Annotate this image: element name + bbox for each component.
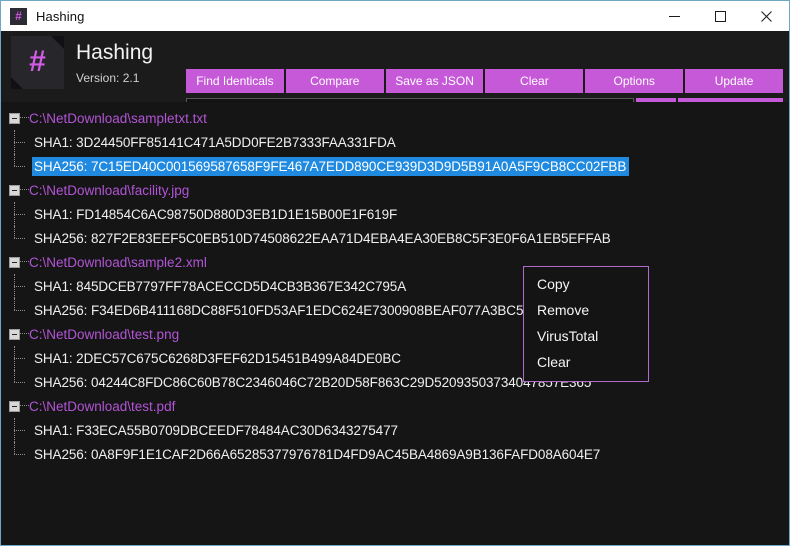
title-bar-left: # Hashing (1, 7, 85, 25)
tree-root-item[interactable]: C:\NetDownload\sample2.xml (1, 250, 789, 274)
tree-connector (14, 154, 34, 178)
update-button[interactable]: Update (685, 69, 783, 93)
brand-block: # Hashing Version: 2.1 (11, 36, 153, 89)
app-version: Version: 2.1 (76, 71, 140, 85)
list-item[interactable]: SHA1: FD14854C6AC98750D880D3EB1D1E15B00E… (1, 202, 789, 226)
hash-value: SHA256: 0A8F9F1E1CAF2D66A65285377976781D… (34, 446, 601, 462)
hash-value: SHA256: 04244C8FDC86C60B78C2346046C72B20… (34, 374, 592, 390)
title-bar: # Hashing (1, 1, 789, 31)
tree-connector (14, 202, 34, 226)
compare-button[interactable]: Compare (285, 69, 384, 93)
hash-value: SHA1: 2DEC57C675C6268D3FEF62D15451B499A8… (34, 350, 401, 366)
list-item[interactable]: SHA1: 2DEC57C675C6268D3FEF62D15451B499A8… (1, 346, 789, 370)
hash-value: SHA256: 827F2E83EEF5C0EB510D74508622EAA7… (34, 230, 611, 246)
tree-root-item[interactable]: C:\NetDownload\facility.jpg (1, 178, 789, 202)
list-item[interactable]: SHA1: 3D24450FF85141C471A5DD0FE2B7333FAA… (1, 130, 789, 154)
window-controls (651, 1, 789, 31)
file-path-label: C:\NetDownload\test.png (29, 326, 180, 342)
tree-connector (14, 346, 34, 370)
list-item[interactable]: SHA1: 845DCEB7797FF78ACECCD5D4CB3B367E34… (1, 274, 789, 298)
collapse-icon[interactable] (9, 112, 20, 124)
file-path-label: C:\NetDownload\sampletxt.txt (29, 110, 207, 126)
context-menu: Copy Remove VirusTotal Clear (523, 266, 649, 382)
hash-icon: # (10, 7, 27, 25)
tree-group: C:\NetDownload\sample2.xml SHA1: 845DCEB… (1, 250, 789, 322)
file-path-label: C:\NetDownload\sample2.xml (29, 254, 207, 270)
clear-button[interactable]: Clear (485, 69, 584, 93)
file-path-label: C:\NetDownload\test.pdf (29, 398, 176, 414)
tree-connector (20, 261, 29, 263)
tree-connector (20, 189, 29, 191)
collapse-icon[interactable] (9, 184, 20, 196)
tree-connector (14, 298, 34, 322)
minimize-icon[interactable] (651, 1, 697, 31)
app-window: # Hashing # Hashing Version: 2.1 Find Id… (0, 0, 790, 546)
tree-group: C:\NetDownload\test.pdf SHA1: F33ECA55B0… (1, 394, 789, 466)
list-item-selected[interactable]: SHA256: 7C15ED40C001569587658F9FE467A7ED… (1, 154, 789, 178)
tree-group: C:\NetDownload\facility.jpg SHA1: FD1485… (1, 178, 789, 250)
tree-root-item[interactable]: C:\NetDownload\sampletxt.txt (1, 106, 789, 130)
menu-item-remove[interactable]: Remove (524, 297, 648, 323)
menu-item-copy[interactable]: Copy (524, 271, 648, 297)
file-path-label: C:\NetDownload\facility.jpg (29, 182, 190, 198)
menu-item-clear[interactable]: Clear (524, 349, 648, 375)
hash-value: SHA1: F33ECA55B0709DBCEEDF78484AC30D6343… (34, 422, 398, 438)
tree-connector (14, 370, 34, 394)
maximize-icon[interactable] (697, 1, 743, 31)
tree-connector (14, 418, 34, 442)
tree-connector (14, 226, 34, 250)
brand-text: Hashing Version: 2.1 (76, 36, 153, 84)
list-item[interactable]: SHA256: 827F2E83EEF5C0EB510D74508622EAA7… (1, 226, 789, 250)
app-header: # Hashing Version: 2.1 Find Identicals C… (1, 31, 789, 124)
list-item[interactable]: SHA1: F33ECA55B0709DBCEEDF78484AC30D6343… (1, 418, 789, 442)
find-identicals-button[interactable]: Find Identicals (186, 69, 284, 93)
tree-root-item[interactable]: C:\NetDownload\test.pdf (1, 394, 789, 418)
hash-value: SHA1: 845DCEB7797FF78ACECCD5D4CB3B367E34… (34, 278, 407, 294)
hash-value: SHA1: 3D24450FF85141C471A5DD0FE2B7333FAA… (34, 134, 396, 150)
toolbar: Find Identicals Compare Save as JSON Cle… (186, 69, 783, 93)
collapse-icon[interactable] (9, 328, 20, 340)
collapse-icon[interactable] (9, 256, 20, 268)
menu-item-virustotal[interactable]: VirusTotal (524, 323, 648, 349)
tree-root-item[interactable]: C:\NetDownload\test.png (1, 322, 789, 346)
hash-value: SHA256: 7C15ED40C001569587658F9FE467A7ED… (32, 156, 630, 176)
tree-connector (20, 333, 29, 335)
list-item[interactable]: SHA256: 0A8F9F1E1CAF2D66A65285377976781D… (1, 442, 789, 466)
tree-group: C:\NetDownload\sampletxt.txt SHA1: 3D244… (1, 106, 789, 178)
hash-app-icon: # (11, 36, 64, 89)
hash-value: SHA256: F34ED6B411168DC88F510FD53AF1EDC6… (34, 302, 605, 318)
tree-connector (20, 405, 29, 407)
tree-connector (14, 130, 34, 154)
hash-tree: C:\NetDownload\sampletxt.txt SHA1: 3D244… (1, 102, 789, 545)
app-name: Hashing (76, 41, 154, 64)
save-as-json-button[interactable]: Save as JSON (385, 69, 484, 93)
collapse-icon[interactable] (9, 400, 20, 412)
tree-connector (14, 274, 34, 298)
tree-connector (20, 117, 29, 119)
tree-connector (14, 442, 34, 466)
list-item[interactable]: SHA256: 04244C8FDC86C60B78C2346046C72B20… (1, 370, 789, 394)
tree-group: C:\NetDownload\test.png SHA1: 2DEC57C675… (1, 322, 789, 394)
options-button[interactable]: Options (585, 69, 684, 93)
hash-value: SHA1: FD14854C6AC98750D880D3EB1D1E15B00E… (34, 206, 398, 222)
close-icon[interactable] (743, 1, 789, 31)
list-item[interactable]: SHA256: F34ED6B411168DC88F510FD53AF1EDC6… (1, 298, 789, 322)
window-title: Hashing (36, 8, 85, 24)
